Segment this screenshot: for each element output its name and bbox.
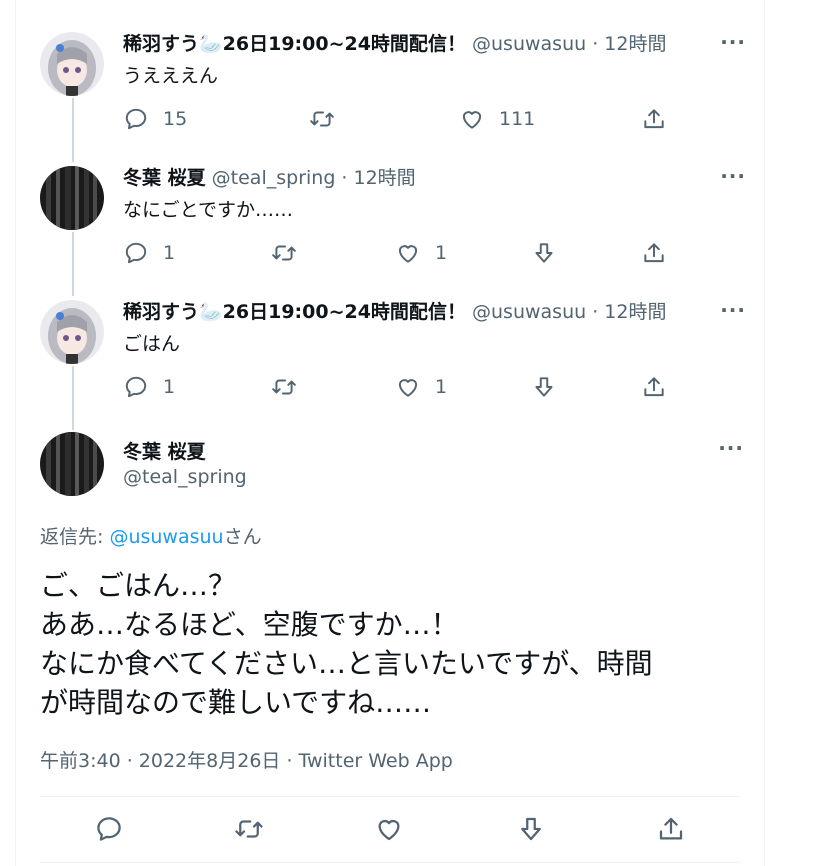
tweet-line: が時間なので難しいですね…… [40, 686, 432, 719]
retweet-icon [272, 245, 296, 261]
retweet-icon [310, 111, 334, 127]
downvote-icon [535, 377, 553, 397]
reply-count: 1 [163, 242, 176, 264]
share-icon [644, 243, 664, 263]
share-icon [644, 109, 664, 129]
thread-line [72, 366, 74, 430]
reply-to-link[interactable]: @usuwasuu [109, 526, 223, 548]
retweet-icon [235, 820, 263, 838]
reply-icon [125, 376, 147, 398]
like-icon [398, 245, 418, 263]
avatar[interactable] [40, 166, 104, 230]
retweet-button[interactable] [271, 238, 297, 268]
tweet-line: ご、ごはん…？ [40, 569, 237, 602]
like-button[interactable]: 111 [459, 104, 535, 134]
more-icon[interactable]: ··· [720, 30, 746, 54]
tweet-text: ごはん [123, 333, 181, 355]
reply-to-line: 返信先: @usuwasuuさん [40, 522, 262, 549]
display-name[interactable]: 稀羽すう🦢26日19:00~24時間配信！ [123, 301, 466, 323]
like-count: 1 [435, 242, 448, 264]
focused-tweet-text: ご、ごはん…？ ああ…なるほど、空腹ですか…！ なにか食べてください…と言いたい… [40, 566, 653, 722]
reply-icon [97, 817, 121, 841]
handle[interactable]: @teal_spring [123, 466, 247, 488]
reply-count: 1 [163, 376, 176, 398]
share-button[interactable] [656, 814, 686, 844]
reply-button[interactable]: 1 [123, 372, 175, 402]
tweet-header: 稀羽すう🦢26日19:00~24時間配信！ @usuwasuu · 12時間 [123, 32, 706, 56]
display-name[interactable]: 冬葉 桜夏 [123, 437, 206, 464]
reply-button[interactable]: 15 [123, 104, 187, 134]
display-name[interactable]: 稀羽すう🦢26日19:00~24時間配信！ [123, 33, 466, 55]
reply-prefix: 返信先: [40, 526, 110, 548]
retweet-button[interactable] [309, 104, 335, 134]
like-count: 1 [435, 376, 448, 398]
tweet-metadata[interactable]: 午前3:40 · 2022年8月26日 · Twitter Web App [40, 746, 453, 773]
thread-line [72, 232, 74, 296]
focused-action-bar [40, 796, 740, 862]
like-count: 111 [499, 108, 536, 130]
reply-button[interactable]: 1 [123, 238, 175, 268]
share-button[interactable] [641, 104, 667, 134]
like-button[interactable] [374, 814, 404, 844]
downvote-icon [535, 243, 553, 263]
share-icon [644, 377, 664, 397]
downvote-button[interactable] [531, 238, 557, 268]
downvote-button[interactable] [531, 372, 557, 402]
display-name[interactable]: 冬葉 桜夏 [123, 167, 206, 189]
reply-icon [125, 108, 147, 130]
tweet-line: ああ…なるほど、空腹ですか…！ [40, 608, 459, 641]
avatar[interactable] [40, 432, 104, 496]
divider [40, 862, 740, 863]
thread-line [72, 98, 74, 162]
timeline-column: 稀羽すう🦢26日19:00~24時間配信！ @usuwasuu · 12時間 ·… [15, 0, 765, 866]
share-button[interactable] [641, 372, 667, 402]
like-icon [378, 820, 400, 841]
like-button[interactable]: 1 [395, 238, 447, 268]
avatar[interactable] [40, 300, 104, 364]
downvote-icon [521, 817, 541, 841]
reply-button[interactable] [94, 814, 124, 844]
more-icon[interactable]: ··· [720, 298, 746, 322]
retweet-button[interactable] [271, 372, 297, 402]
tweet-text: なにごとですか…… [123, 199, 294, 221]
more-icon[interactable]: ··· [720, 164, 746, 188]
reply-suffix: さん [223, 526, 262, 548]
like-button[interactable]: 1 [395, 372, 447, 402]
more-icon[interactable]: ··· [718, 436, 744, 460]
avatar[interactable] [40, 32, 104, 96]
share-icon [659, 817, 683, 840]
like-icon [462, 111, 482, 129]
handle-time[interactable]: @teal_spring · 12時間 [212, 167, 416, 189]
reply-icon [125, 242, 147, 264]
handle-time[interactable]: @usuwasuu · 12時間 [472, 301, 666, 323]
reply-count: 15 [163, 108, 188, 130]
tweet-line: なにか食べてください…と言いたいですが、時間 [40, 647, 653, 680]
like-icon [398, 379, 418, 397]
tweet-header: 冬葉 桜夏 @teal_spring · 12時間 [123, 166, 706, 190]
retweet-icon [272, 379, 296, 395]
handle-time[interactable]: @usuwasuu · 12時間 [472, 33, 666, 55]
share-button[interactable] [641, 238, 667, 268]
tweet-header: 稀羽すう🦢26日19:00~24時間配信！ @usuwasuu · 12時間 [123, 300, 706, 324]
downvote-button[interactable] [516, 814, 546, 844]
tweet-text: うえええん [123, 65, 219, 87]
retweet-button[interactable] [234, 814, 264, 844]
